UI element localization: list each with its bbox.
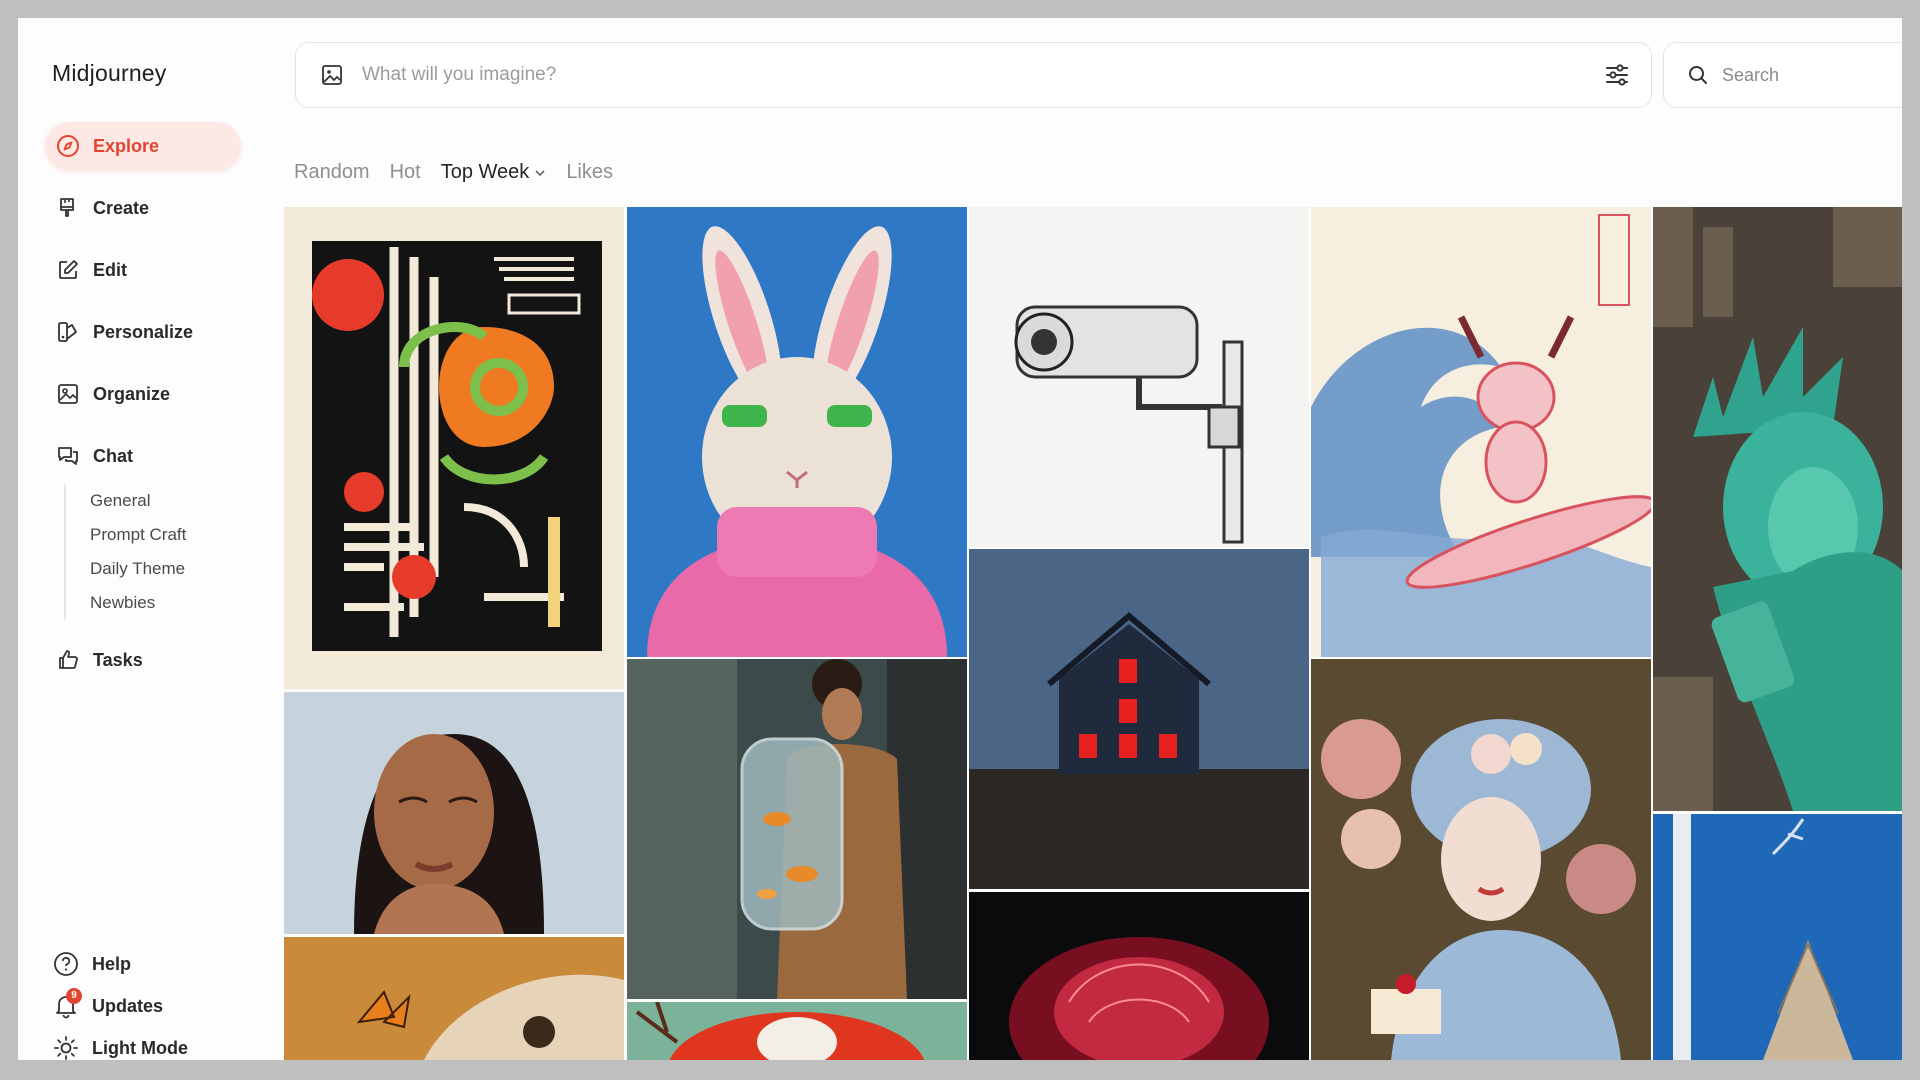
gallery-image-statue-of-liberty-aerial[interactable]: [1653, 207, 1902, 811]
gallery-image-crane-red-sun[interactable]: [627, 1002, 967, 1060]
gallery-image-rabbit-in-pink-sweater[interactable]: [627, 207, 967, 657]
gallery-image-cat-surfing-great-wave[interactable]: [1311, 207, 1651, 657]
image-gallery: [18, 18, 1902, 1060]
gallery-image-glowing-red-rose[interactable]: [969, 892, 1309, 1060]
gallery-image-rococo-woman-flowers[interactable]: [1311, 659, 1651, 1060]
gallery-image-abstract-pattern-poster[interactable]: [284, 207, 624, 689]
gallery-image-woman-portrait[interactable]: [284, 692, 624, 934]
gallery-image-house-red-windows-dusk[interactable]: [969, 549, 1309, 889]
gallery-image-security-camera-sketch[interactable]: [969, 207, 1309, 547]
gallery-image-fox-and-butterfly[interactable]: [284, 937, 624, 1060]
app-window: Midjourney Explore Create Edit Personali…: [18, 18, 1902, 1060]
gallery-image-blue-tower-painting[interactable]: [1653, 814, 1902, 1060]
gallery-image-man-with-fish-tank-backpack[interactable]: [627, 659, 967, 999]
